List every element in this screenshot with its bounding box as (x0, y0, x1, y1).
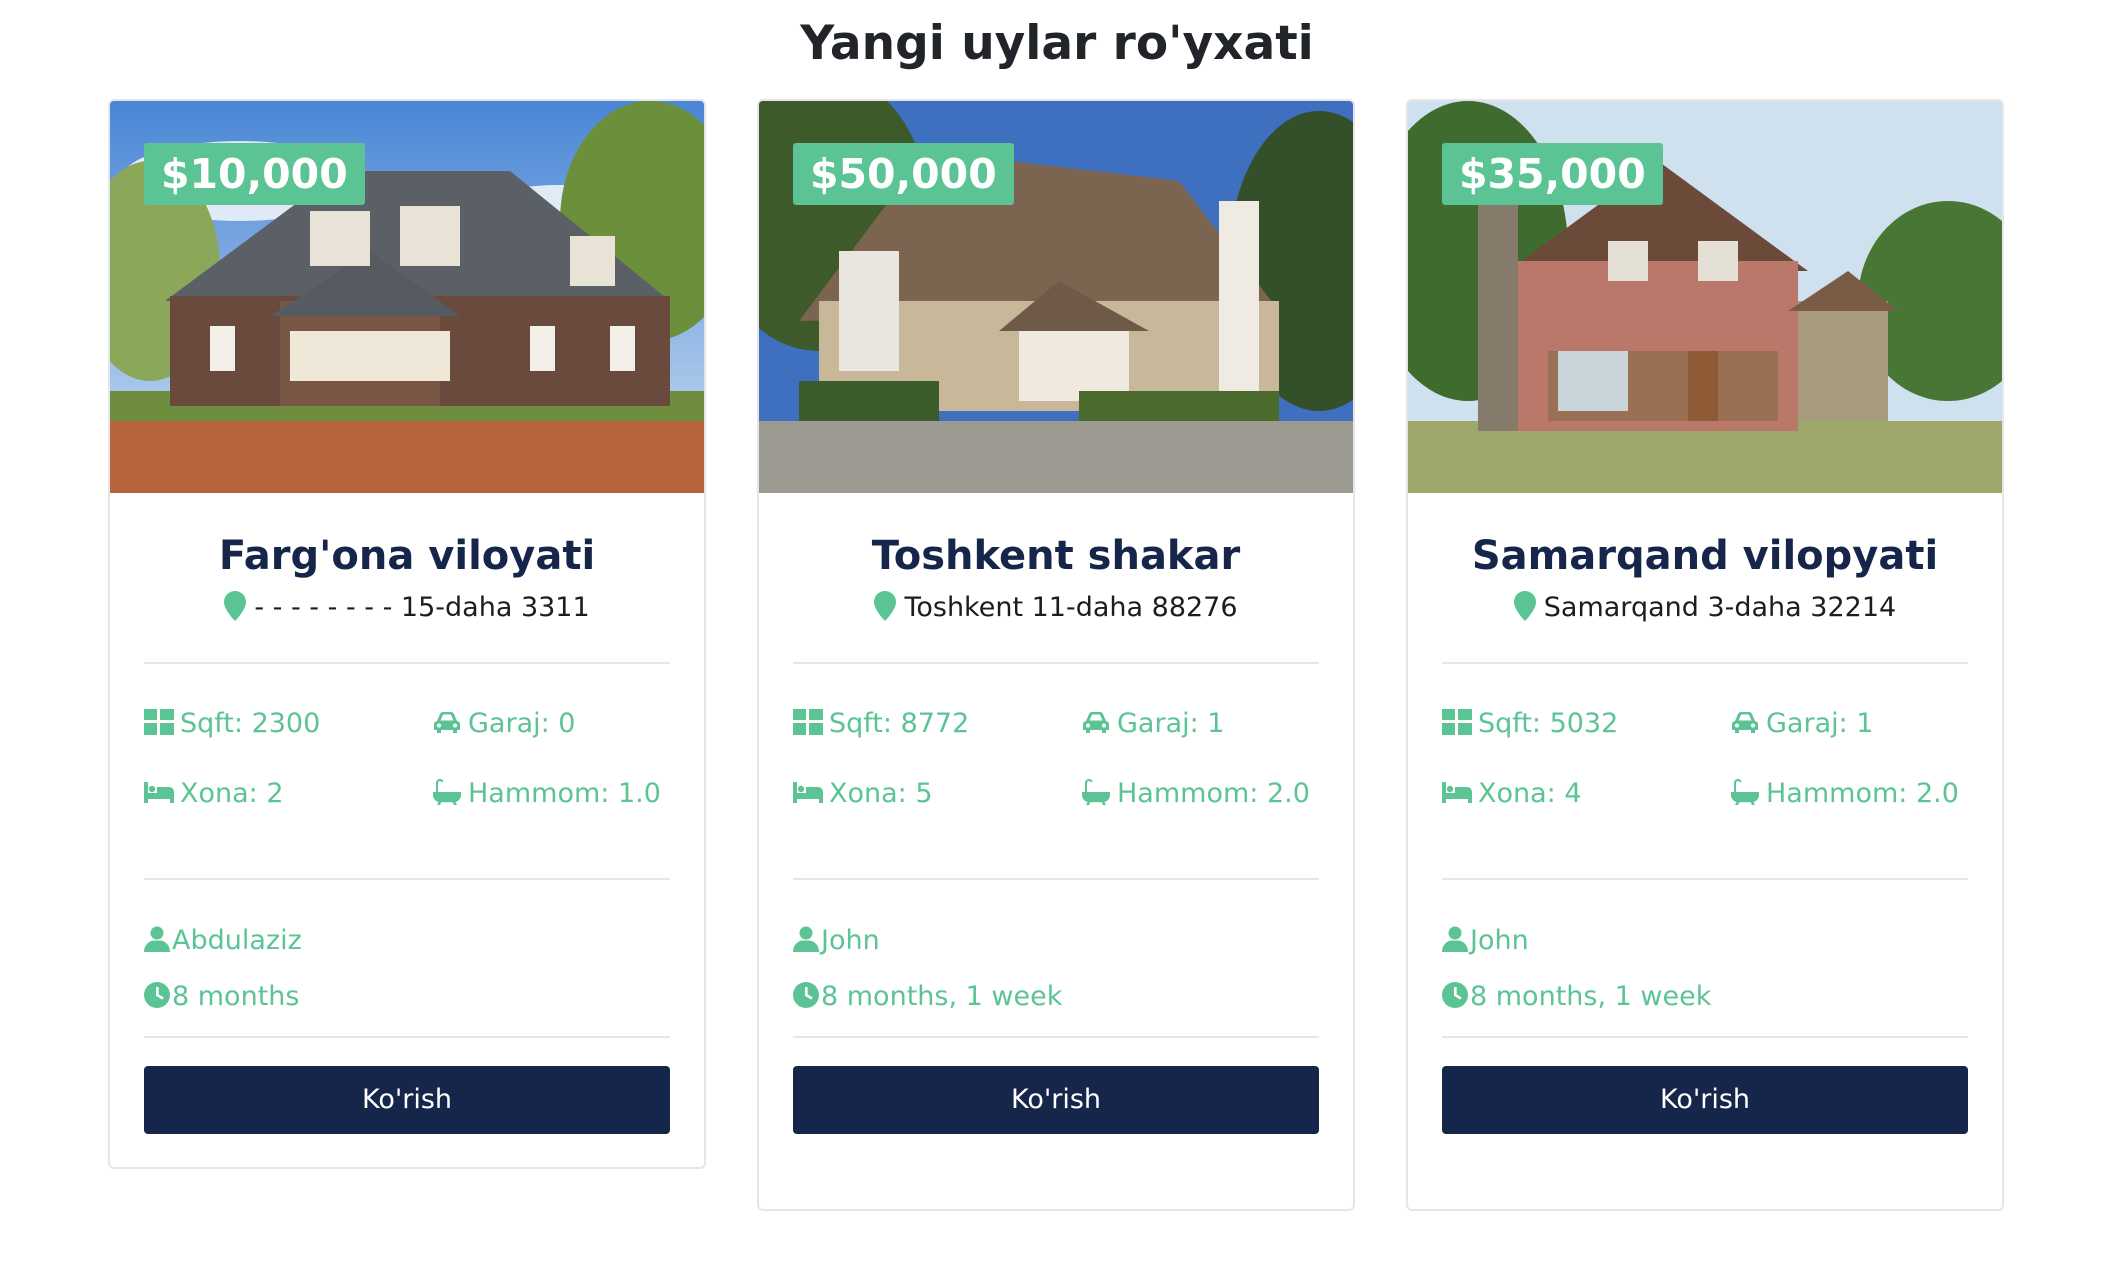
bath-fact: Hammom: 2.0 (1081, 774, 1319, 844)
divider (144, 1036, 670, 1038)
garage-fact: Garaj: 1 (1081, 704, 1319, 774)
rooms-text: Xona: 4 (1478, 778, 1582, 809)
garage-fact: Garaj: 0 (432, 704, 670, 774)
garage-fact: Garaj: 1 (1730, 704, 1968, 774)
bed-icon (144, 779, 174, 805)
agent-line: Abdulaziz (144, 920, 670, 962)
time-text: 8 months, 1 week (821, 981, 1063, 1012)
divider (1442, 1036, 1968, 1038)
sqft-text: Sqft: 2300 (180, 708, 321, 739)
listing-card: $50,000 Toshkent shakar Toshkent 11-daha… (757, 99, 1355, 1211)
time-text: 8 months, 1 week (1470, 981, 1712, 1012)
clock-icon (793, 982, 819, 1008)
grid-icon (1442, 709, 1472, 735)
agent-name: John (821, 925, 880, 956)
bath-icon (1081, 779, 1111, 805)
listing-address: Samarqand 3-daha 32214 (1442, 588, 1968, 628)
listing-card: $10,000 Farg'ona viloyati - - - - - - - … (108, 99, 706, 1169)
house-photo: $35,000 (1408, 101, 2002, 493)
sqft-fact: Sqft: 8772 (793, 704, 1081, 774)
listed-time: 8 months, 1 week (793, 976, 1093, 1018)
listing-title: Samarqand vilopyati (1471, 533, 1939, 579)
price-badge: $10,000 (144, 143, 365, 205)
listing-title: Toshkent shakar (871, 533, 1241, 579)
view-button[interactable]: Ko'rish (144, 1066, 670, 1134)
rooms-fact: Xona: 2 (144, 774, 432, 844)
rooms-text: Xona: 2 (180, 778, 284, 809)
user-icon (1442, 926, 1468, 952)
page-title: Yangi uylar ro'yxati (800, 16, 1314, 71)
listing-address: Toshkent 11-daha 88276 (793, 588, 1319, 628)
rooms-text: Xona: 5 (829, 778, 933, 809)
listed-time: 8 months, 1 week (1442, 976, 1742, 1018)
map-pin-icon (874, 591, 896, 621)
map-pin-icon (1514, 591, 1536, 621)
listed-time: 8 months (144, 976, 444, 1018)
view-button[interactable]: Ko'rish (1442, 1066, 1968, 1134)
clock-icon (144, 982, 170, 1008)
listing-title: Farg'ona viloyati (218, 533, 596, 579)
user-icon (793, 926, 819, 952)
agent-name: John (1470, 925, 1529, 956)
bath-text: Hammom: 2.0 (1117, 778, 1310, 809)
listing-address: - - - - - - - - 15-daha 3311 (144, 588, 670, 628)
grid-icon (144, 709, 174, 735)
grid-icon (793, 709, 823, 735)
agent-line: John (1442, 920, 1968, 962)
sqft-text: Sqft: 8772 (829, 708, 970, 739)
house-photo: $50,000 (759, 101, 1353, 493)
rooms-fact: Xona: 4 (1442, 774, 1730, 844)
bed-icon (1442, 779, 1472, 805)
listing-facts: Sqft: 8772 Garaj: 1 Xona: 5 Hammom: 2.0 (793, 664, 1319, 878)
price-badge: $35,000 (1442, 143, 1663, 205)
garage-text: Garaj: 1 (1117, 708, 1225, 739)
map-pin-icon (224, 591, 246, 621)
bed-icon (793, 779, 823, 805)
house-photo: $10,000 (110, 101, 704, 493)
address-text: Toshkent 11-daha 88276 (904, 592, 1238, 623)
agent-name: Abdulaziz (172, 925, 302, 956)
divider (793, 1036, 1319, 1038)
listing-meta: Abdulaziz 8 months (144, 880, 670, 1036)
address-text: - - - - - - - - 15-daha 3311 (254, 592, 590, 623)
rooms-fact: Xona: 5 (793, 774, 1081, 844)
garage-text: Garaj: 0 (468, 708, 576, 739)
listing-meta: John 8 months, 1 week (793, 880, 1319, 1036)
sqft-fact: Sqft: 5032 (1442, 704, 1730, 774)
clock-icon (1442, 982, 1468, 1008)
sqft-text: Sqft: 5032 (1478, 708, 1619, 739)
car-icon (1730, 709, 1760, 735)
bath-icon (432, 779, 462, 805)
listing-meta: John 8 months, 1 week (1442, 880, 1968, 1036)
bath-fact: Hammom: 2.0 (1730, 774, 1968, 844)
bath-text: Hammom: 1.0 (468, 778, 661, 809)
listing-facts: Sqft: 2300 Garaj: 0 Xona: 2 Hammom: 1.0 (144, 664, 670, 878)
agent-line: John (793, 920, 1319, 962)
view-button[interactable]: Ko'rish (793, 1066, 1319, 1134)
time-text: 8 months (172, 981, 300, 1012)
listing-card: $35,000 Samarqand vilopyati Samarqand 3-… (1406, 99, 2004, 1211)
garage-text: Garaj: 1 (1766, 708, 1874, 739)
bath-icon (1730, 779, 1760, 805)
car-icon (1081, 709, 1111, 735)
user-icon (144, 926, 170, 952)
sqft-fact: Sqft: 2300 (144, 704, 432, 774)
bath-fact: Hammom: 1.0 (432, 774, 670, 844)
bath-text: Hammom: 2.0 (1766, 778, 1959, 809)
listing-facts: Sqft: 5032 Garaj: 1 Xona: 4 Hammom: 2.0 (1442, 664, 1968, 878)
address-text: Samarqand 3-daha 32214 (1543, 592, 1897, 623)
car-icon (432, 709, 462, 735)
price-badge: $50,000 (793, 143, 1014, 205)
